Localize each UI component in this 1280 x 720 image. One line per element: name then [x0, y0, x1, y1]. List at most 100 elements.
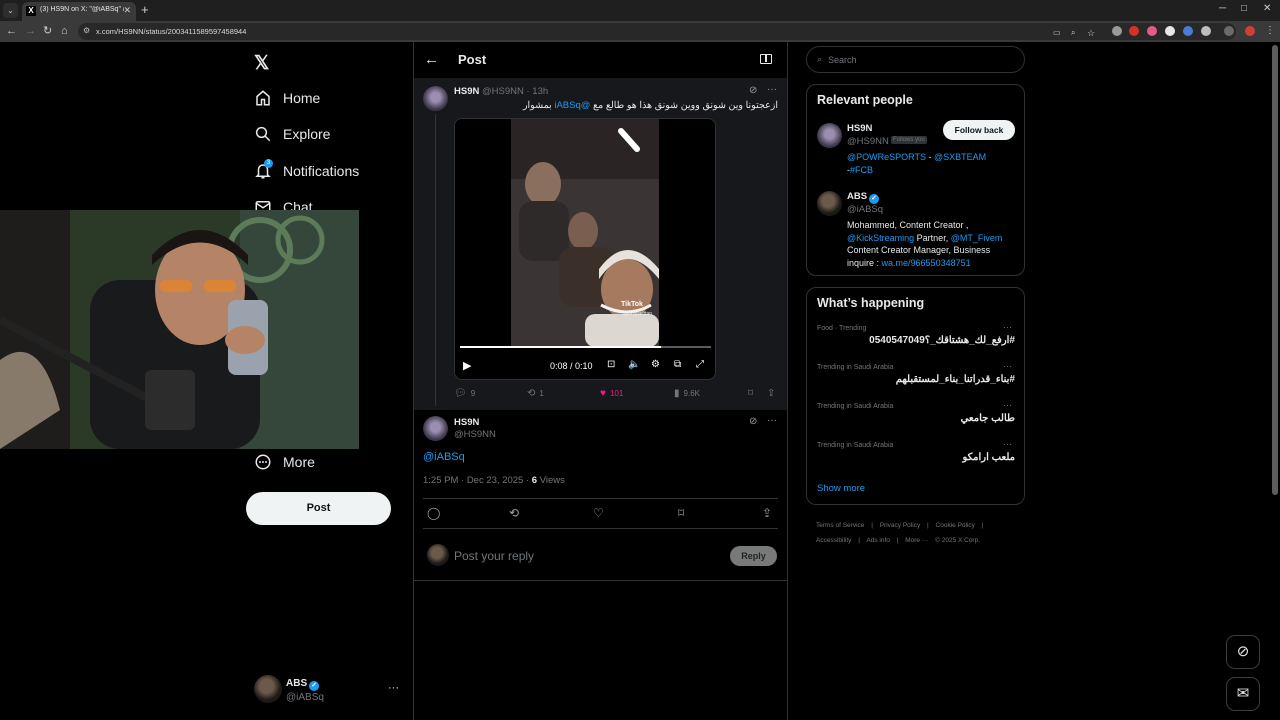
post-author-handle[interactable]: @HS9NN	[454, 429, 496, 440]
extension-icon[interactable]	[1165, 26, 1175, 36]
forward-icon[interactable]: →	[25, 24, 36, 38]
zoom-icon[interactable]: ⌕	[1071, 26, 1075, 40]
post-mention-link[interactable]: @iABSq	[554, 100, 590, 111]
bio-link[interactable]: @MT_Fivem	[951, 233, 1003, 243]
address-bar[interactable]: ⚙ x.com/HS9NN/status/2003411589597458944…	[78, 23, 1236, 40]
post-more-icon[interactable]: ···	[767, 84, 777, 95]
install-icon[interactable]: ▭	[1053, 26, 1061, 40]
messages-fab-button[interactable]: ✉	[1226, 677, 1260, 711]
maximize-button[interactable]: □	[1241, 3, 1247, 14]
nav-more[interactable]: More	[254, 449, 315, 475]
footer-link[interactable]: Accessibility	[816, 537, 851, 544]
post-button[interactable]: Post	[246, 492, 391, 525]
video-progress-bar[interactable]	[460, 346, 711, 348]
extension-icon[interactable]	[1129, 26, 1139, 36]
nav-home[interactable]: Home	[254, 85, 320, 111]
reload-icon[interactable]: ↻	[43, 24, 52, 38]
bookmark-star-icon[interactable]: ☆	[1087, 26, 1095, 40]
back-arrow-icon[interactable]: ←	[424, 51, 439, 68]
post-mention-link[interactable]: @iABSq	[423, 451, 465, 463]
person-handle[interactable]: @iABSq	[847, 204, 883, 215]
address-url[interactable]: x.com/HS9NN/status/2003411589597458944	[96, 27, 246, 36]
search-box[interactable]: ⌕	[806, 46, 1025, 73]
reply-input[interactable]: Post your reply	[454, 549, 534, 563]
footer-link[interactable]: Ads info	[866, 537, 890, 544]
person-name[interactable]: HS9N	[847, 123, 872, 134]
trend-item[interactable]: Trending in Saudi Arabia ··· #بناء_قدرات…	[817, 361, 1017, 398]
bookmark-action[interactable]: ⌑	[748, 388, 757, 399]
minimize-button[interactable]: ─	[1219, 3, 1226, 14]
avatar[interactable]	[423, 86, 448, 111]
trend-item[interactable]: Trending in Saudi Arabia ··· طالب جامعي	[817, 400, 1017, 437]
trend-more-icon[interactable]: ···	[1003, 400, 1012, 410]
follow-back-button[interactable]: Follow back	[943, 120, 1015, 140]
repost-icon[interactable]: ⟲	[509, 506, 519, 520]
browser-tab[interactable]: X (3) HS9N on X: "@iABSq" / X ✕	[22, 2, 136, 21]
new-tab-button[interactable]: +	[141, 2, 149, 17]
search-input[interactable]	[828, 49, 1018, 70]
trend-more-icon[interactable]: ···	[1003, 322, 1012, 332]
extension-icon[interactable]	[1112, 26, 1122, 36]
reader-mode-icon[interactable]	[760, 54, 772, 64]
extensions-puzzle-icon[interactable]	[1201, 26, 1211, 36]
heart-icon[interactable]: ♡	[593, 506, 604, 520]
bio-link[interactable]: wa.me/966550348751	[882, 258, 971, 268]
post-author-name[interactable]: HS9N	[454, 417, 479, 428]
bio-link[interactable]: @POWReSPORTS	[847, 152, 926, 162]
page-scrollbar[interactable]	[1272, 45, 1278, 495]
account-switcher[interactable]: ABS ✓ @iABSq ···	[254, 675, 404, 705]
play-icon[interactable]: ▶	[463, 359, 471, 372]
show-more-link[interactable]: Show more	[817, 483, 865, 494]
grok-fab-button[interactable]: ⊘	[1226, 635, 1260, 669]
tab-search-button[interactable]: ⌄	[3, 3, 18, 18]
picture-in-picture-icon[interactable]: ⧉	[674, 359, 681, 370]
back-icon[interactable]: ←	[6, 24, 17, 38]
bookmark-icon[interactable]: ⌑	[678, 506, 684, 520]
post-author-handle-time[interactable]: @HS9NN · 13h	[482, 86, 548, 97]
nav-notifications[interactable]: 3 Notifications	[254, 158, 359, 184]
post-author-name[interactable]: HS9N	[454, 86, 479, 97]
footer-link[interactable]: Terms of Service	[816, 522, 864, 529]
captions-icon[interactable]: ⊡	[607, 359, 615, 370]
tab-close-icon[interactable]: ✕	[123, 5, 131, 16]
avatar[interactable]	[817, 123, 842, 148]
video-player[interactable]: TikTok @onlysulttan ▶ 0:08 / 0:10 ⊡ 🔈 ⚙ …	[454, 118, 716, 380]
trend-more-icon[interactable]: ···	[1003, 439, 1012, 449]
extension-icon[interactable]	[1147, 26, 1157, 36]
footer-link[interactable]: Cookie Policy	[936, 522, 975, 529]
like-action[interactable]: ♥ 101	[600, 388, 623, 399]
trend-item[interactable]: Food · Trending ··· #ارفع_لك_هشتاقك_؟054…	[817, 322, 1017, 359]
repost-action[interactable]: ⟲ 1	[527, 388, 544, 399]
share-action[interactable]: ⇪	[767, 388, 779, 399]
views-action[interactable]: ▮ 9.6K	[674, 388, 700, 399]
trend-item[interactable]: Trending in Saudi Arabia ··· ملعب ارامكو	[817, 439, 1017, 476]
bio-link[interactable]: #FCB	[850, 165, 873, 175]
site-info-icon[interactable]: ⚙	[83, 26, 90, 35]
profile-avatar[interactable]	[1245, 26, 1255, 36]
sidebar-icon[interactable]	[1224, 26, 1234, 36]
reply-icon[interactable]: ◯	[427, 506, 440, 520]
person-name-row[interactable]: ABS ✓	[847, 191, 880, 204]
bio-link[interactable]: @KickStreaming	[847, 233, 914, 243]
footer-link[interactable]: Privacy Policy	[880, 522, 920, 529]
bio-link[interactable]: @SXBTEAM	[934, 152, 986, 162]
avatar[interactable]	[423, 416, 448, 441]
fullscreen-icon[interactable]: ⤢	[696, 359, 704, 370]
avatar[interactable]	[817, 191, 842, 216]
grok-icon[interactable]: ⊘	[749, 85, 757, 96]
browser-menu-icon[interactable]: ⋮	[1265, 24, 1275, 38]
quoted-post[interactable]: HS9N @HS9NN · 13h ⊘ ··· ازعجتونا وين شون…	[414, 78, 787, 410]
x-logo-icon[interactable]: 𝕏	[254, 52, 269, 75]
trend-more-icon[interactable]: ···	[1003, 361, 1012, 371]
share-icon[interactable]: ⇪	[762, 506, 772, 520]
close-window-button[interactable]: ✕	[1263, 3, 1271, 14]
grok-icon[interactable]: ⊘	[749, 416, 757, 427]
reply-button[interactable]: Reply	[730, 546, 777, 566]
nav-explore[interactable]: Explore	[254, 121, 330, 147]
post-time[interactable]: 1:25 PM · Dec 23, 2025 ·	[423, 475, 532, 486]
home-page-icon[interactable]: ⌂	[61, 24, 68, 38]
reply-action[interactable]: 💬︎ 9	[454, 388, 475, 399]
volume-icon[interactable]: 🔈	[628, 359, 640, 370]
account-more-icon[interactable]: ···	[388, 682, 399, 694]
person-handle[interactable]: @HS9NN	[847, 136, 889, 147]
